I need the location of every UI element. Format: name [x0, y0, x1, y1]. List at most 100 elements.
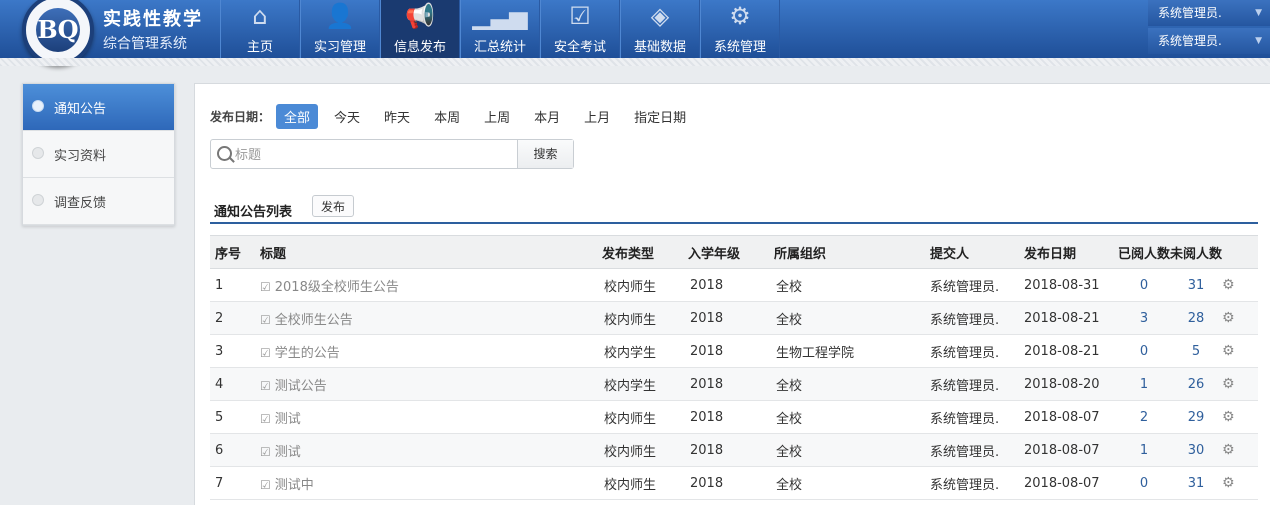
row-read-count[interactable]: 1 — [1118, 433, 1170, 467]
megaphone-icon: 📢 — [405, 2, 435, 30]
row-type: 校内师生 — [602, 268, 688, 302]
user-name: 系统管理员. — [1158, 6, 1222, 20]
date-option-custom[interactable]: 指定日期 — [626, 104, 694, 129]
date-option-today[interactable]: 今天 — [326, 104, 368, 129]
checkbox-icon: ☑ — [260, 279, 271, 294]
date-option-this-week[interactable]: 本周 — [426, 104, 468, 129]
row-unread-count[interactable]: 31 — [1170, 466, 1222, 500]
checkbox-icon: ☑ — [260, 378, 271, 393]
gear-icon: ⚙ — [729, 2, 751, 30]
row-title-link[interactable]: 测试中 — [275, 478, 314, 493]
table-row: 2 ☑ 全校师生公告 校内师生 2018 全校 系统管理员. 2018-08-21 3 28 ⚙ — [210, 301, 1258, 335]
publish-button[interactable]: 发布 — [312, 195, 354, 217]
row-actions: ⚙ — [1222, 268, 1258, 302]
nav-label: 系统管理 — [713, 40, 766, 55]
col-org: 所属组织 — [774, 235, 930, 269]
row-no: 2 — [210, 301, 260, 335]
home-icon: ⌂ — [252, 2, 268, 30]
list-header: 通知公告列表 发布 — [210, 194, 1258, 224]
nav-label: 实习管理 — [313, 40, 366, 55]
row-read-count[interactable]: 1 — [1118, 367, 1170, 401]
nav-home[interactable]: ⌂ 主页 — [220, 0, 300, 58]
user-menu-top[interactable]: 系统管理员. ▼ — [1148, 0, 1270, 26]
row-title-cell[interactable]: ☑ 测试中 — [260, 466, 602, 500]
row-read-count[interactable]: 3 — [1118, 301, 1170, 335]
sidebar-item-label: 实习资料 — [54, 149, 107, 164]
date-option-last-month[interactable]: 上月 — [576, 104, 618, 129]
row-read-count[interactable]: 0 — [1118, 334, 1170, 368]
row-unread-count[interactable]: 30 — [1170, 433, 1222, 467]
date-option-all[interactable]: 全部 — [276, 104, 319, 129]
row-type: 校内师生 — [602, 466, 688, 500]
row-submitter: 系统管理员. — [930, 433, 1024, 467]
checkbox-icon: ☑ — [260, 411, 271, 426]
chevron-down-icon: ▼ — [1255, 36, 1262, 46]
row-title-cell[interactable]: ☑ 学生的公告 — [260, 334, 602, 368]
gear-icon[interactable]: ⚙ — [1222, 310, 1235, 326]
gear-icon[interactable]: ⚙ — [1222, 475, 1235, 491]
bar-chart-icon: ▁▃▅ — [472, 2, 528, 30]
nav-system[interactable]: ⚙ 系统管理 — [700, 0, 780, 58]
row-title-link[interactable]: 2018级全校师生公告 — [275, 280, 399, 295]
main-panel: 发布日期： 全部 今天 昨天 本周 上周 本月 上月 指定日期 搜索 通知公告列… — [194, 83, 1270, 505]
gear-icon[interactable]: ⚙ — [1222, 376, 1235, 392]
sidebar-item-materials[interactable]: 实习资料 — [23, 131, 174, 178]
row-title-cell[interactable]: ☑ 全校师生公告 — [260, 301, 602, 335]
row-submitter: 系统管理员. — [930, 268, 1024, 302]
app-title: 实践性教学 — [103, 9, 203, 30]
gear-icon[interactable]: ⚙ — [1222, 343, 1235, 359]
row-title-cell[interactable]: ☑ 测试 — [260, 400, 602, 434]
row-date: 2018-08-07 — [1024, 400, 1118, 434]
row-read-count[interactable]: 0 — [1118, 466, 1170, 500]
row-unread-count[interactable]: 26 — [1170, 367, 1222, 401]
row-submitter: 系统管理员. — [930, 301, 1024, 335]
sidebar-item-notices[interactable]: 通知公告 — [23, 84, 174, 131]
col-actions — [1222, 235, 1258, 269]
row-read-count[interactable]: 0 — [1118, 268, 1170, 302]
row-title-link[interactable]: 学生的公告 — [275, 346, 340, 361]
table-row: 3 ☑ 学生的公告 校内学生 2018 生物工程学院 系统管理员. 2018-08-21 0 5 ⚙ — [210, 334, 1258, 368]
nav-safety-exam[interactable]: ☑ 安全考试 — [540, 0, 620, 58]
row-unread-count[interactable]: 29 — [1170, 400, 1222, 434]
table-row: 7 ☑ 测试中 校内师生 2018 全校 系统管理员. 2018-08-07 0 31 ⚙ — [210, 466, 1258, 500]
row-title-cell[interactable]: ☑ 测试公告 — [260, 367, 602, 401]
date-option-yesterday[interactable]: 昨天 — [376, 104, 418, 129]
nav-label: 基础数据 — [633, 40, 686, 55]
nav-statistics[interactable]: ▁▃▅ 汇总统计 — [460, 0, 540, 58]
gear-icon[interactable]: ⚙ — [1222, 277, 1235, 293]
row-title-link[interactable]: 测试公告 — [275, 379, 327, 394]
checkbox-icon: ☑ — [260, 312, 271, 327]
row-no: 1 — [210, 268, 260, 302]
row-grade: 2018 — [688, 400, 774, 434]
nav-info-publish[interactable]: 📢 信息发布 — [380, 0, 460, 58]
search-button[interactable]: 搜索 — [517, 140, 573, 168]
user-menu-bottom[interactable]: 系统管理员. ▼ — [1148, 28, 1270, 54]
nav-base-data[interactable]: ◈ 基础数据 — [620, 0, 700, 58]
row-unread-count[interactable]: 5 — [1170, 334, 1222, 368]
row-read-count[interactable]: 2 — [1118, 400, 1170, 434]
row-actions: ⚙ — [1222, 367, 1258, 401]
row-unread-count[interactable]: 28 — [1170, 301, 1222, 335]
top-header: BQ 实践性教学 综合管理系统 ⌂ 主页 👤 实习管理 📢 信息发布 ▁▃▅ 汇… — [0, 0, 1270, 66]
sidebar-item-label: 调查反馈 — [54, 196, 107, 211]
row-actions: ⚙ — [1222, 433, 1258, 467]
sidebar-item-feedback[interactable]: 调查反馈 — [23, 178, 174, 225]
row-title-cell[interactable]: ☑ 测试 — [260, 433, 602, 467]
search-input[interactable] — [233, 144, 517, 166]
date-option-last-week[interactable]: 上周 — [476, 104, 518, 129]
row-title-link[interactable]: 测试 — [275, 412, 301, 427]
gear-icon[interactable]: ⚙ — [1222, 409, 1235, 425]
user-name: 系统管理员. — [1158, 34, 1222, 48]
row-no: 7 — [210, 466, 260, 500]
row-unread-count[interactable]: 31 — [1170, 268, 1222, 302]
gear-icon[interactable]: ⚙ — [1222, 442, 1235, 458]
nav-internship[interactable]: 👤 实习管理 — [300, 0, 380, 58]
app-logo: BQ — [22, 0, 94, 66]
row-date: 2018-08-07 — [1024, 433, 1118, 467]
date-option-this-month[interactable]: 本月 — [526, 104, 568, 129]
row-actions: ⚙ — [1222, 466, 1258, 500]
row-title-link[interactable]: 测试 — [275, 445, 301, 460]
row-title-link[interactable]: 全校师生公告 — [275, 313, 353, 328]
chevron-down-icon: ▼ — [1255, 8, 1262, 18]
row-title-cell[interactable]: ☑ 2018级全校师生公告 — [260, 268, 602, 302]
